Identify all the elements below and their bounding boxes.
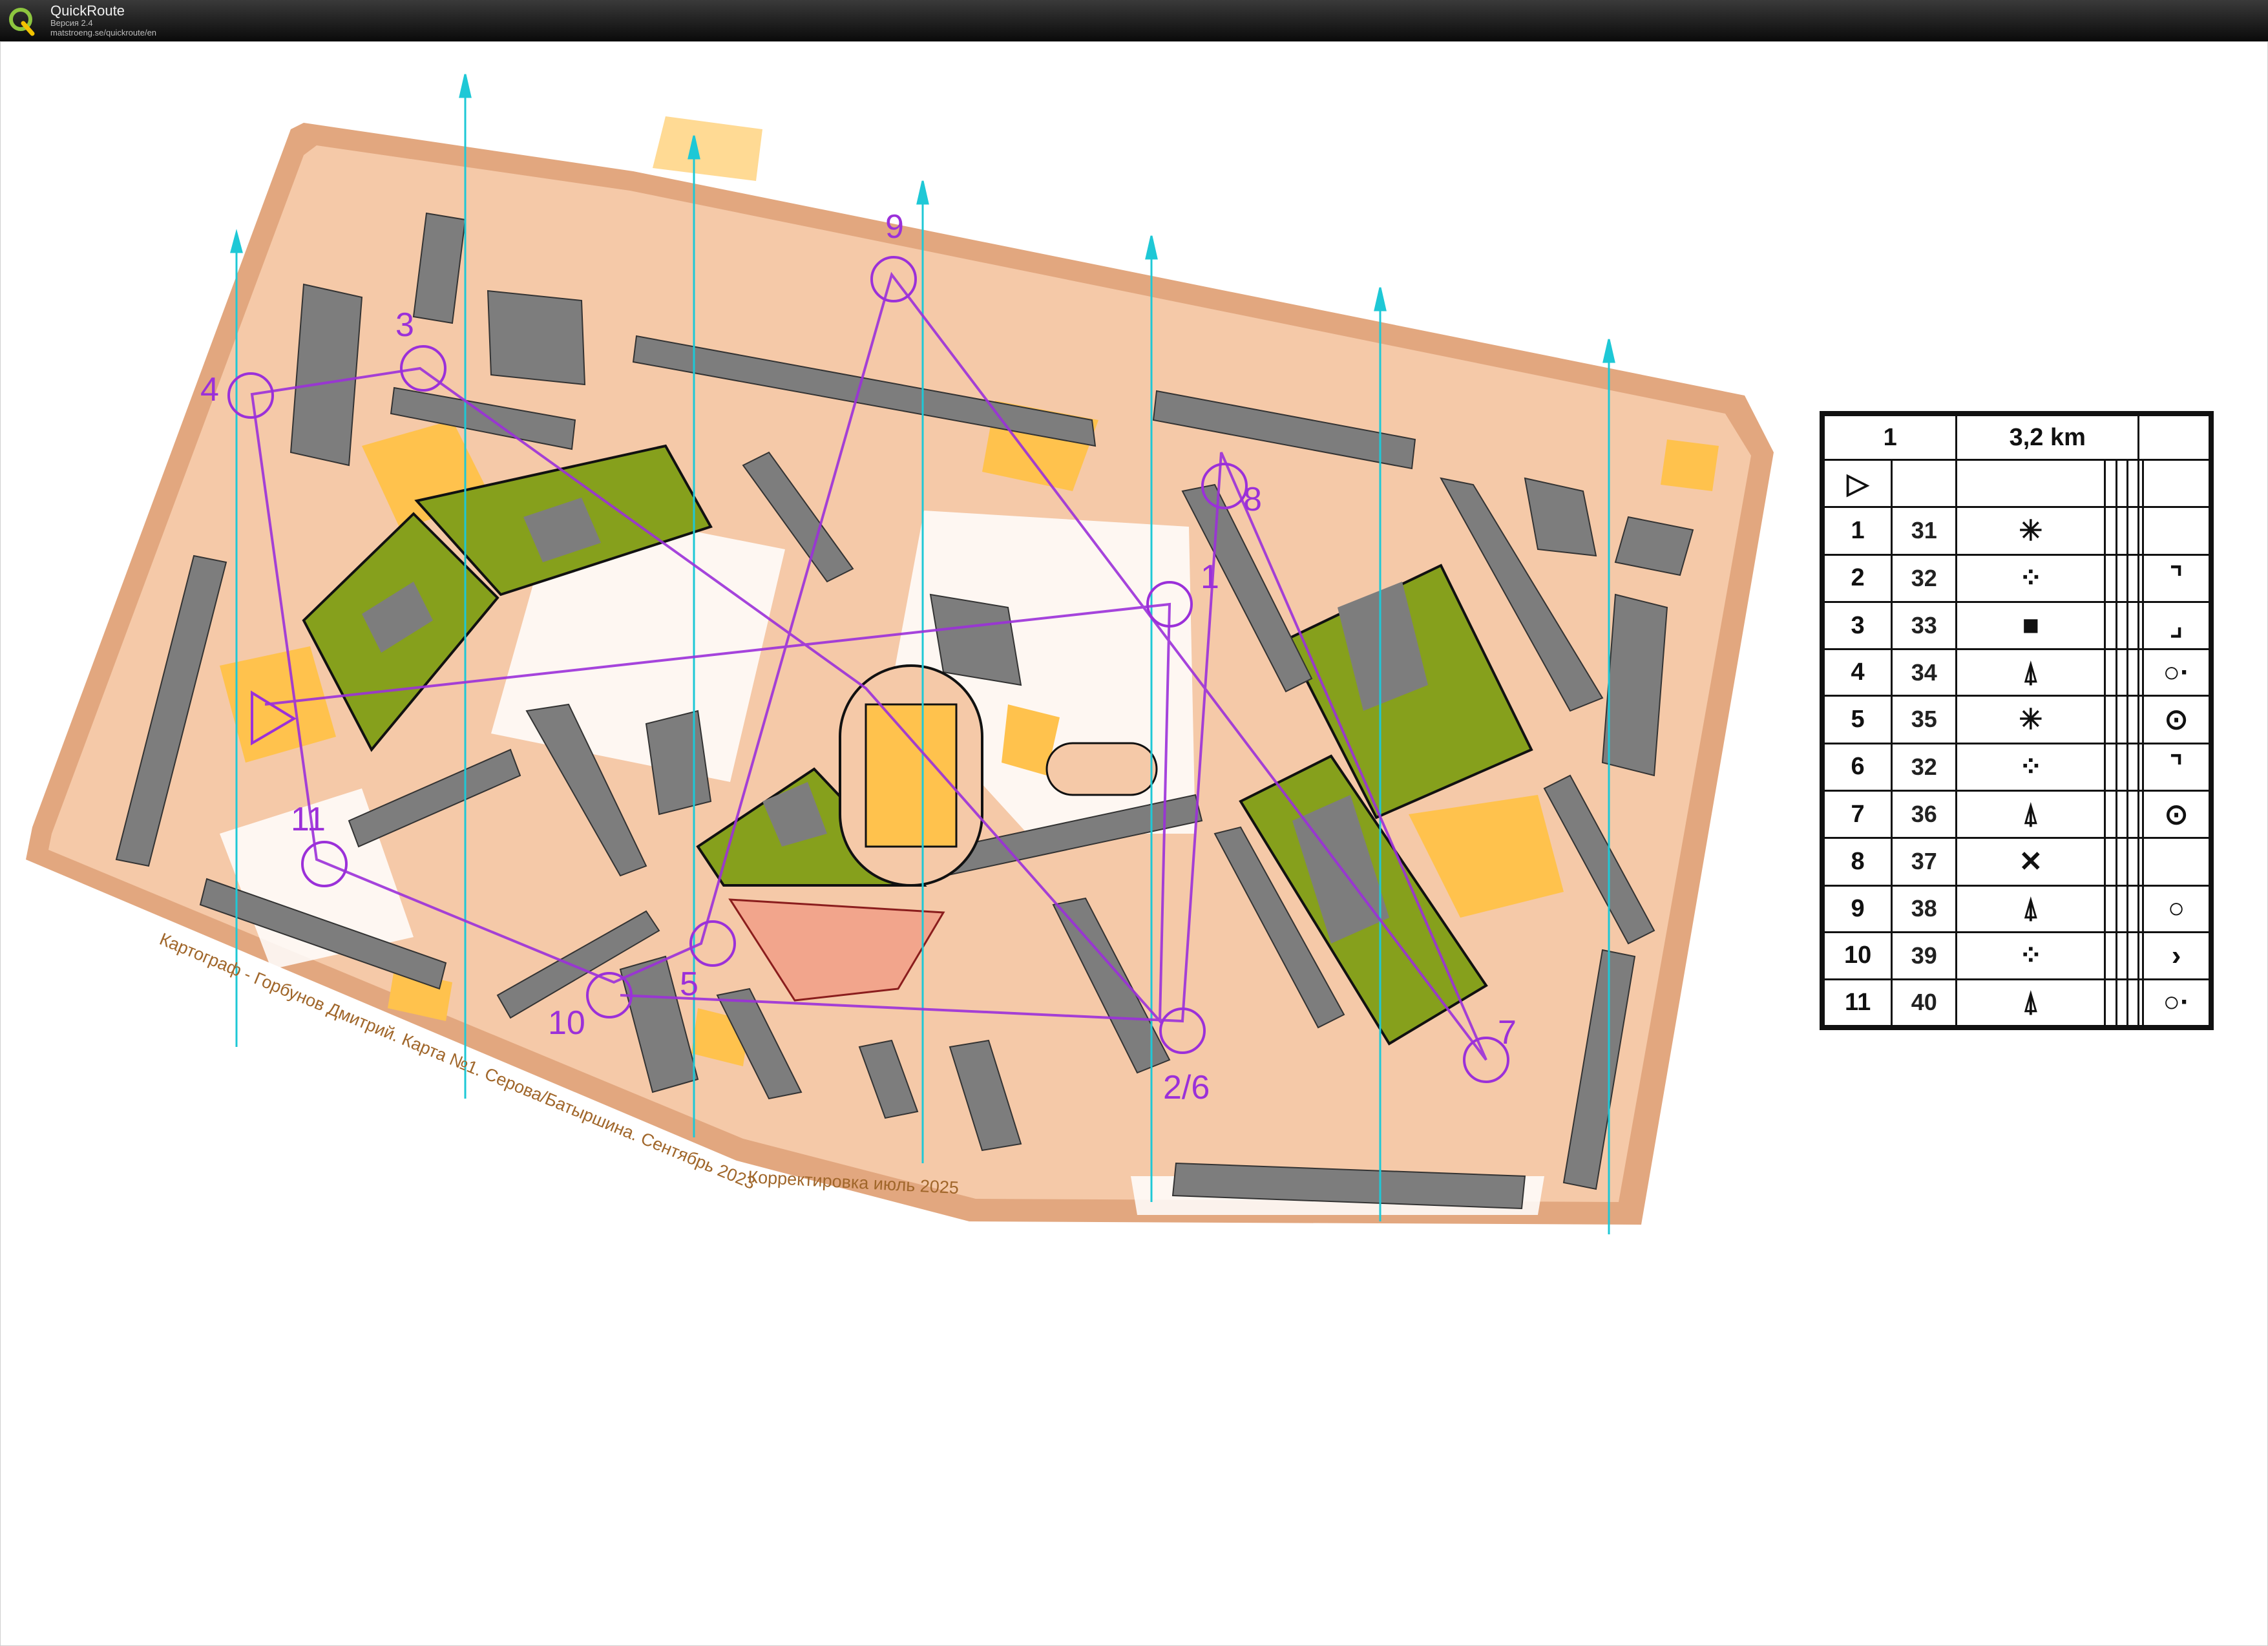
detail-symbol-icon: ○· — [2142, 648, 2210, 697]
control-label-2-6: 2/6 — [1163, 1069, 1210, 1106]
app-version: Версия 2.4 — [50, 18, 93, 28]
feature-symbol-icon: ⍋ — [1955, 884, 2106, 933]
quickroute-logo-icon — [9, 8, 35, 36]
description-row: 1 31 ✳ — [1822, 506, 2210, 556]
feature-symbol-icon: ✳ — [1955, 695, 2106, 744]
control-label-9: 9 — [885, 208, 904, 246]
description-row: 11 40 ⍋ ○· — [1822, 978, 2210, 1028]
feature-symbol-icon: ✕ — [1955, 837, 2106, 887]
feature-symbol-icon: ✳ — [1955, 506, 2106, 556]
detail-symbol-icon — [2142, 837, 2210, 887]
course-length: 3,2 km — [1955, 414, 2140, 461]
control-label-7: 7 — [1498, 1014, 1517, 1051]
description-row: 3 33 ■ ⌟ — [1822, 600, 2210, 651]
detail-symbol-icon: ⊙ — [2142, 789, 2210, 839]
feature-symbol-icon: ⁘ — [1955, 931, 2106, 980]
detail-symbol-icon — [2142, 506, 2210, 556]
course-number: 1 — [1822, 414, 1958, 461]
control-label-4: 4 — [200, 371, 219, 408]
feature-symbol-icon: ⁘ — [1955, 553, 2106, 603]
detail-symbol-icon: ○ — [2142, 884, 2210, 933]
control-label-5: 5 — [680, 965, 698, 1003]
description-row: 5 35 ✳ ⊙ — [1822, 695, 2210, 744]
feature-symbol-icon: ⍋ — [1955, 789, 2106, 839]
start-symbol: ▷ — [1822, 458, 1893, 509]
feature-symbol-icon: ⁘ — [1955, 742, 2106, 792]
control-label-11: 11 — [291, 801, 326, 838]
control-label-8: 8 — [1243, 481, 1262, 518]
description-row: 9 38 ⍋ ○ — [1822, 884, 2210, 933]
feature-symbol-icon: ■ — [1955, 600, 2106, 651]
control-label-10: 10 — [548, 1004, 585, 1042]
app-name: QuickRoute — [50, 3, 125, 19]
app-url: matstroeng.se/quickroute/en — [50, 28, 157, 37]
description-row: 2 32 ⁘ ⌝ — [1822, 553, 2210, 603]
description-row: 4 34 ⍋ ○· — [1822, 648, 2210, 697]
detail-symbol-icon: ⌝ — [2142, 742, 2210, 792]
description-row: 7 36 ⍋ ⊙ — [1822, 789, 2210, 839]
feature-symbol-icon: ⍋ — [1955, 978, 2106, 1028]
feature-symbol-icon: ⍋ — [1955, 648, 2106, 697]
title-bar: QuickRoute Версия 2.4 matstroeng.se/quic… — [0, 0, 2268, 41]
description-row: 8 37 ✕ — [1822, 837, 2210, 887]
detail-symbol-icon: ○· — [2142, 978, 2210, 1028]
control-label-3: 3 — [395, 306, 414, 344]
description-row: 6 32 ⁘ ⌝ — [1822, 742, 2210, 792]
control-description-sheet: 1 3,2 km ▷ 1 31 ✳ 2 32 ⁘ ⌝ 3 33 ■ ⌟ 4 34… — [1820, 411, 2214, 1030]
detail-symbol-icon: › — [2142, 931, 2210, 980]
control-label-1: 1 — [1201, 558, 1219, 596]
detail-symbol-icon: ⌝ — [2142, 553, 2210, 603]
detail-symbol-icon: ⌟ — [2142, 600, 2210, 651]
description-row: 10 39 ⁘ › — [1822, 931, 2210, 980]
detail-symbol-icon: ⊙ — [2142, 695, 2210, 744]
